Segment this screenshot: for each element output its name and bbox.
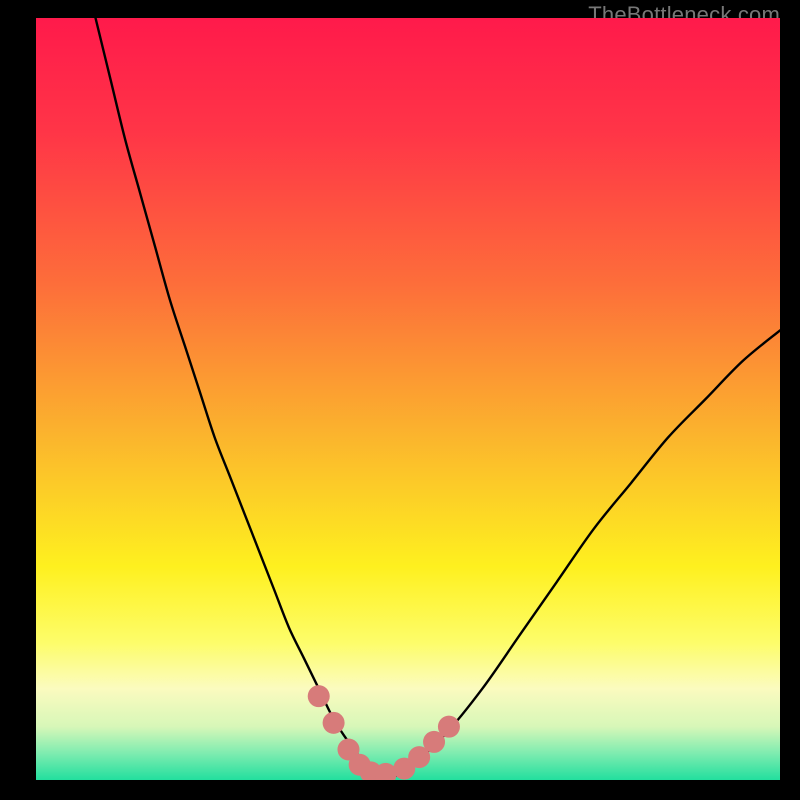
highlight-dot [438, 716, 460, 738]
chart-frame [36, 18, 780, 780]
highlight-dot [323, 712, 345, 734]
bottleneck-chart [36, 18, 780, 780]
highlight-dot [308, 685, 330, 707]
chart-background [36, 18, 780, 780]
